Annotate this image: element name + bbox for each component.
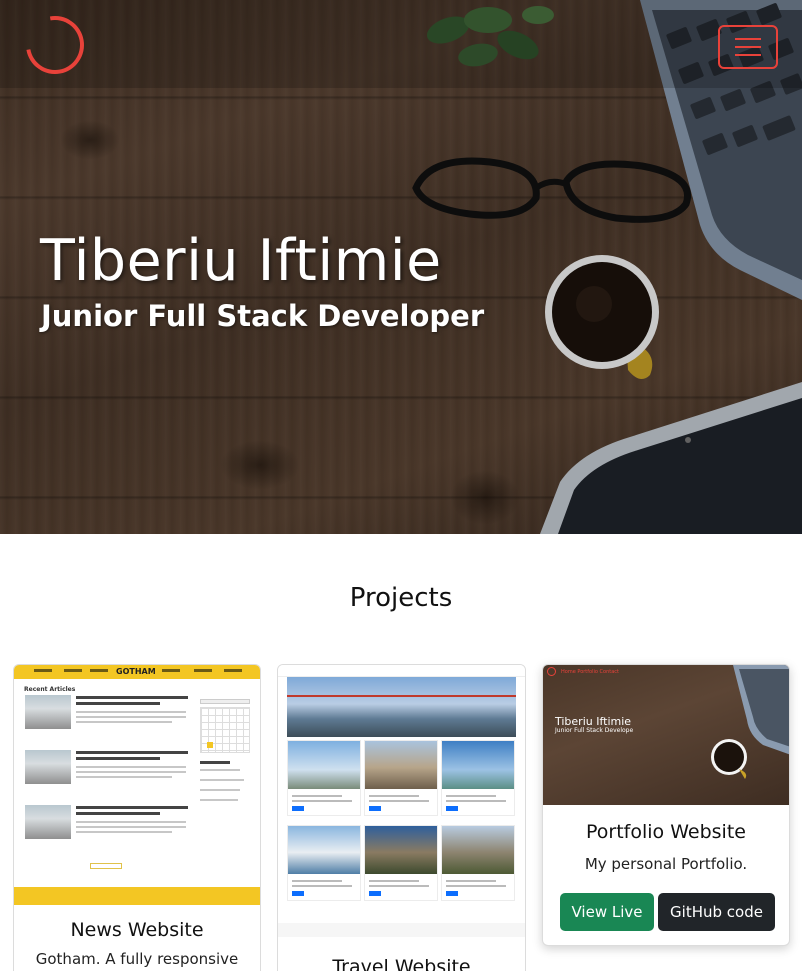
hero-name: Tiberiu Iftimie	[40, 228, 442, 294]
thumb-text-line	[446, 880, 496, 882]
thumb-article-title	[76, 702, 160, 705]
thumb-text-line	[446, 800, 506, 802]
thumb-text-line	[292, 800, 352, 802]
hero-role: Junior Full Stack Developer	[41, 299, 485, 333]
thumb-article-title	[76, 812, 160, 815]
thumb-text-line	[292, 880, 342, 882]
thumb-nav-link	[194, 669, 212, 672]
thumb-text-line	[200, 799, 238, 801]
thumb-text-line	[369, 800, 429, 802]
thumb-tile-button	[292, 891, 304, 896]
thumb-logo: GOTHAM	[116, 667, 156, 676]
thumb-destination-tile	[364, 740, 438, 816]
thumb-heading: Recent Articles	[24, 686, 76, 693]
thumb-navbar	[278, 665, 525, 677]
hamburger-menu-button[interactable]	[718, 25, 778, 69]
project-card-news: GOTHAM Recent Articles News Website Goth…	[13, 664, 261, 971]
thumb-text-line	[200, 779, 244, 781]
thumb-tile-image	[442, 826, 514, 874]
thumb-article-title	[76, 751, 188, 754]
thumb-tile-button	[446, 806, 458, 811]
project-description: My personal Portfolio.	[584, 855, 748, 873]
thumb-article-image	[25, 695, 71, 729]
thumb-cup-image	[711, 739, 747, 779]
project-card-portfolio: Home Portfolio Contact Tiberiu Iftimie J…	[542, 664, 790, 946]
thumb-tile-button	[369, 806, 381, 811]
thumb-text-line	[200, 789, 240, 791]
github-code-button[interactable]: GitHub code	[658, 893, 775, 931]
hamburger-menu-icon	[735, 46, 761, 48]
thumb-sidebar-heading	[200, 761, 230, 764]
thumb-load-button	[90, 863, 122, 869]
thumb-article-title	[76, 757, 160, 760]
thumb-text-line	[76, 826, 186, 828]
thumb-text-line	[369, 885, 429, 887]
thumb-calendar-highlight	[207, 742, 213, 748]
thumb-tile-image	[288, 741, 360, 789]
view-live-button[interactable]: View Live	[560, 893, 654, 931]
thumb-text-line	[446, 885, 506, 887]
thumb-tile-button	[446, 891, 458, 896]
thumb-nav-link	[224, 669, 242, 672]
thumb-article-image	[25, 805, 71, 839]
thumb-destination-tile	[287, 740, 361, 816]
thumb-text-line	[369, 880, 419, 882]
portfolio-website-thumbnail[interactable]: Home Portfolio Contact Tiberiu Iftimie J…	[543, 665, 789, 805]
thumb-tile-image	[365, 741, 437, 789]
project-title: News Website	[70, 919, 204, 941]
thumb-nav-link	[64, 669, 82, 672]
thumb-destination-tile	[287, 825, 361, 901]
project-description: Gotham. A fully responsive	[35, 950, 239, 968]
thumb-footer	[278, 923, 525, 937]
thumb-article-title	[76, 696, 188, 699]
thumb-text-line	[292, 795, 342, 797]
bridge-image	[287, 695, 516, 715]
thumb-text-line	[369, 795, 419, 797]
thumb-text-line	[76, 776, 172, 778]
thumb-text-line	[76, 831, 172, 833]
hero-section: Tiberiu Iftimie Junior Full Stack Develo…	[0, 0, 802, 534]
thumb-hero-image	[287, 677, 516, 737]
thumb-text-line	[76, 711, 186, 713]
thumb-nav-links: Home Portfolio Contact	[561, 669, 619, 675]
thumb-text-line	[76, 716, 186, 718]
thumb-tile-image	[288, 826, 360, 874]
thumb-text-line	[76, 821, 186, 823]
thumb-destination-tile	[364, 825, 438, 901]
ring-logo-icon[interactable]	[14, 4, 96, 86]
thumb-tile-button	[369, 891, 381, 896]
hamburger-menu-icon	[735, 54, 761, 56]
thumb-text-line	[76, 771, 186, 773]
thumb-text-line	[76, 766, 186, 768]
thumb-text-line	[446, 795, 496, 797]
thumb-footer	[14, 887, 260, 905]
thumb-article-title	[76, 806, 188, 809]
thumb-tile-button	[292, 806, 304, 811]
travel-website-thumbnail[interactable]	[278, 665, 525, 940]
thumb-nav-link	[162, 669, 180, 672]
hamburger-menu-icon	[735, 38, 761, 40]
thumb-article-image	[25, 750, 71, 784]
news-website-thumbnail[interactable]: GOTHAM Recent Articles	[14, 665, 260, 905]
project-title: Travel Website	[332, 956, 471, 971]
project-card-travel: Travel Website	[277, 664, 526, 971]
thumb-destination-tile	[441, 740, 515, 816]
thumb-logo-icon	[547, 667, 556, 676]
thumb-text-line	[292, 885, 352, 887]
thumb-destination-tile	[441, 825, 515, 901]
thumb-nav-link	[34, 669, 52, 672]
thumb-search-box	[200, 699, 250, 704]
project-title: Portfolio Website	[586, 821, 746, 843]
thumb-tile-image	[442, 741, 514, 789]
thumb-tile-image	[365, 826, 437, 874]
thumb-text-line	[200, 769, 240, 771]
projects-heading: Projects	[349, 583, 453, 613]
thumb-role: Junior Full Stack Develope	[555, 727, 634, 734]
thumb-text-line	[76, 721, 172, 723]
navbar	[0, 0, 802, 88]
thumb-nav-link	[90, 669, 108, 672]
